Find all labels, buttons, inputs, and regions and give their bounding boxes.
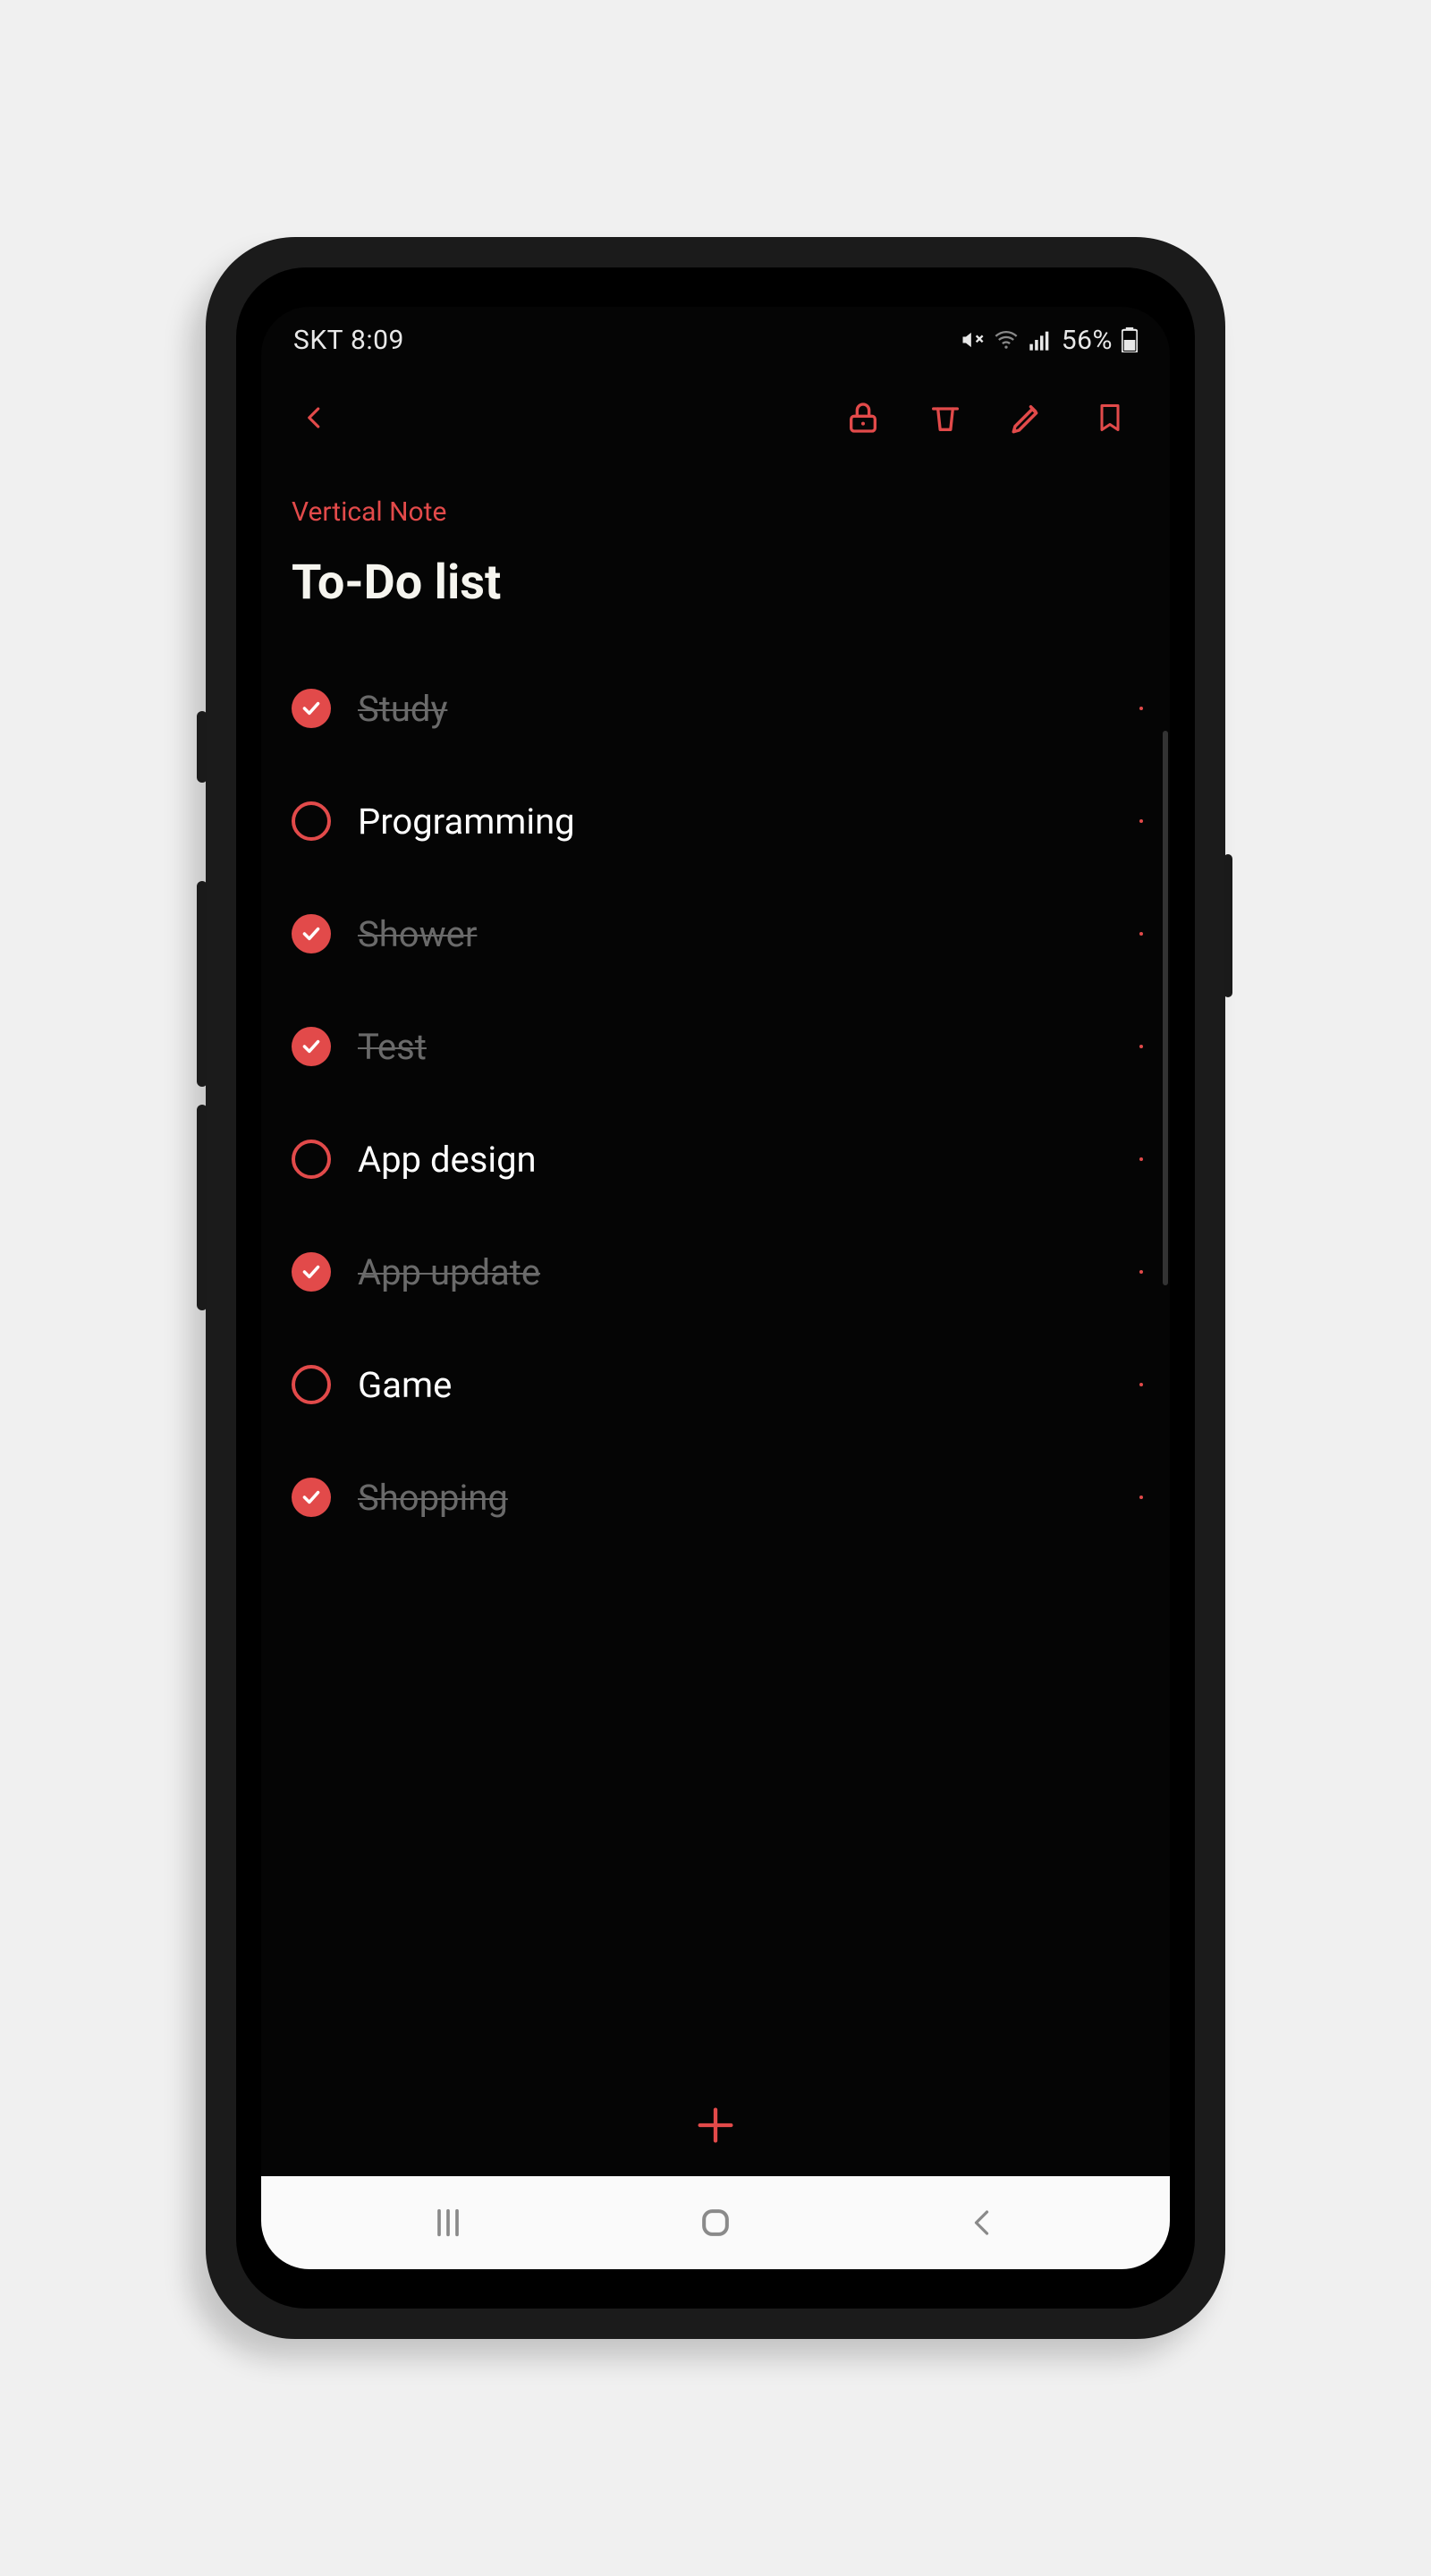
volume-down-key bbox=[197, 1105, 207, 1310]
mute-icon bbox=[960, 327, 985, 352]
check-icon bbox=[300, 922, 323, 945]
status-left: SKT 8:09 bbox=[293, 325, 404, 356]
todo-item[interactable]: App design bbox=[292, 1103, 1139, 1216]
back-button[interactable] bbox=[288, 391, 342, 445]
plus-icon bbox=[692, 2102, 739, 2148]
signal-icon bbox=[1028, 327, 1053, 352]
row-indicator-dot bbox=[1139, 1270, 1143, 1274]
todo-checkbox[interactable] bbox=[292, 689, 331, 728]
todo-item[interactable]: Programming bbox=[292, 765, 1139, 877]
check-icon bbox=[300, 1035, 323, 1058]
row-indicator-dot bbox=[1139, 1045, 1143, 1048]
battery-icon bbox=[1122, 327, 1138, 352]
todo-item[interactable]: Game bbox=[292, 1328, 1139, 1441]
todo-label: Shower bbox=[358, 913, 477, 955]
phone-bezel: SKT 8:09 bbox=[236, 267, 1195, 2309]
status-bar: SKT 8:09 bbox=[261, 307, 1170, 373]
todo-checkbox[interactable] bbox=[292, 1478, 331, 1517]
note-category: Vertical Note bbox=[292, 496, 1139, 528]
lock-icon bbox=[845, 398, 881, 437]
todo-label: Test bbox=[358, 1026, 427, 1068]
todo-label: App update bbox=[358, 1251, 540, 1293]
screen: SKT 8:09 bbox=[261, 307, 1170, 2269]
todo-label: Shopping bbox=[358, 1477, 508, 1519]
power-button bbox=[1224, 854, 1232, 997]
lock-button[interactable] bbox=[843, 397, 884, 438]
recents-icon bbox=[428, 2205, 468, 2241]
todo-checkbox[interactable] bbox=[292, 1027, 331, 1066]
phone-frame: SKT 8:09 bbox=[206, 237, 1225, 2339]
todo-label: App design bbox=[358, 1139, 537, 1181]
row-indicator-dot bbox=[1139, 819, 1143, 823]
todo-checkbox[interactable] bbox=[292, 1140, 331, 1179]
todo-checkbox[interactable] bbox=[292, 1365, 331, 1404]
home-button[interactable] bbox=[680, 2196, 751, 2250]
stage: SKT 8:09 bbox=[0, 0, 1431, 2576]
wifi-icon bbox=[994, 327, 1019, 352]
note-title: To-Do list bbox=[292, 555, 1139, 611]
todo-item[interactable]: App update bbox=[292, 1216, 1139, 1328]
chevron-left-icon bbox=[967, 2205, 999, 2241]
todo-checkbox[interactable] bbox=[292, 801, 331, 841]
check-icon bbox=[300, 1486, 323, 1509]
todo-item[interactable]: Shower bbox=[292, 877, 1139, 990]
todo-list: Study Programming Shower Test App design App … bbox=[292, 652, 1139, 1554]
row-indicator-dot bbox=[1139, 707, 1143, 710]
volume-up-key bbox=[197, 881, 207, 1087]
bookmark-icon bbox=[1094, 398, 1126, 437]
carrier-label: SKT bbox=[293, 325, 343, 356]
delete-button[interactable] bbox=[925, 397, 966, 438]
clock-label: 8:09 bbox=[351, 325, 404, 356]
recents-button[interactable] bbox=[412, 2196, 484, 2250]
todo-label: Game bbox=[358, 1364, 452, 1406]
scrollbar[interactable] bbox=[1163, 731, 1168, 1285]
row-indicator-dot bbox=[1139, 1157, 1143, 1161]
status-right: 56% bbox=[960, 325, 1138, 356]
side-key-1 bbox=[197, 711, 207, 783]
add-item-button[interactable] bbox=[684, 2094, 747, 2157]
check-icon bbox=[300, 1260, 323, 1284]
content: Vertical Note To-Do list Study Programmin… bbox=[261, 462, 1170, 2176]
pencil-icon bbox=[1009, 398, 1046, 437]
battery-pct-label: 56% bbox=[1062, 325, 1113, 356]
todo-checkbox[interactable] bbox=[292, 914, 331, 953]
home-icon bbox=[696, 2203, 735, 2242]
edit-button[interactable] bbox=[1007, 397, 1048, 438]
row-indicator-dot bbox=[1139, 1496, 1143, 1499]
todo-item[interactable]: Study bbox=[292, 652, 1139, 765]
sys-back-button[interactable] bbox=[947, 2196, 1019, 2250]
todo-label: Study bbox=[358, 688, 447, 730]
chevron-left-icon bbox=[301, 398, 328, 437]
row-indicator-dot bbox=[1139, 1383, 1143, 1386]
check-icon bbox=[300, 697, 323, 720]
todo-item[interactable]: Shopping bbox=[292, 1441, 1139, 1554]
toolbar-actions bbox=[843, 397, 1143, 438]
todo-item[interactable]: Test bbox=[292, 990, 1139, 1103]
trash-icon bbox=[927, 398, 963, 437]
app-toolbar bbox=[261, 373, 1170, 462]
bookmark-button[interactable] bbox=[1089, 397, 1130, 438]
row-indicator-dot bbox=[1139, 932, 1143, 936]
todo-checkbox[interactable] bbox=[292, 1252, 331, 1292]
todo-label: Programming bbox=[358, 801, 575, 843]
system-nav-bar bbox=[261, 2176, 1170, 2269]
